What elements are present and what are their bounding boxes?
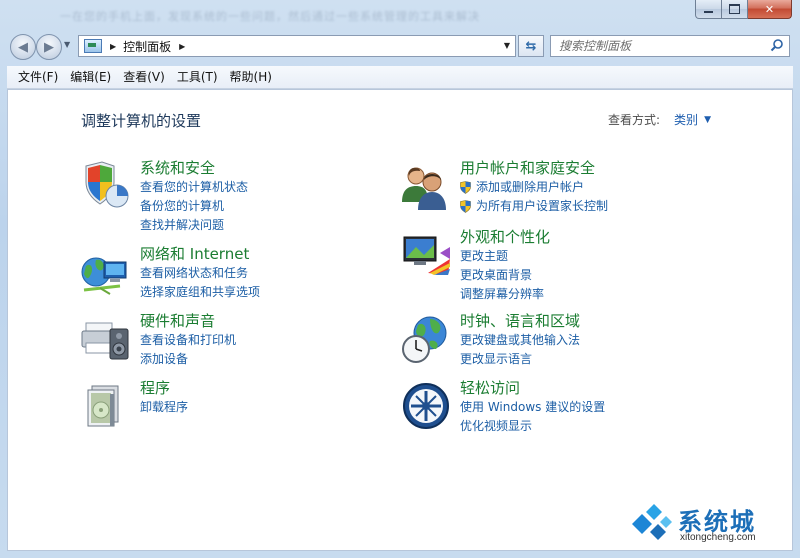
search-box[interactable] — [550, 35, 790, 57]
link-add-remove-users[interactable]: 添加或删除用户帐户 — [460, 178, 608, 197]
forward-button[interactable]: ▶ — [36, 34, 62, 60]
programs-icon — [87, 385, 119, 427]
link-parental-controls[interactable]: 为所有用户设置家长控制 — [460, 197, 608, 216]
link-uninstall-program[interactable]: 卸载程序 — [140, 398, 188, 417]
category-network-internet: 网络和 Internet 查看网络状态和任务 选择家庭组和共享选项 — [80, 244, 260, 302]
uac-shield-icon — [460, 200, 471, 213]
menu-tools[interactable]: 工具(T) — [172, 66, 223, 88]
category-title[interactable]: 程序 — [140, 378, 188, 398]
link-display-language[interactable]: 更改显示语言 — [460, 350, 580, 369]
address-dropdown-icon[interactable]: ▼ — [504, 41, 510, 50]
hardware-sound-icon — [81, 322, 129, 360]
view-by-label: 查看方式: — [608, 113, 661, 127]
control-panel-icon — [84, 39, 102, 53]
menu-edit[interactable]: 编辑(E) — [65, 66, 116, 88]
category-programs: 程序 卸载程序 — [80, 378, 188, 432]
watermark: 系统城 xitongcheng.com — [626, 500, 784, 546]
link-devices-printers[interactable]: 查看设备和打印机 — [140, 331, 236, 350]
breadcrumb-separator-icon[interactable]: ▶ — [179, 42, 185, 51]
link-change-theme[interactable]: 更改主题 — [460, 247, 550, 266]
window-frame: 一在您的手机上面，发现系统的一些问题，然后通过一些系统管理的工具来解决 ✕ ◀ … — [0, 0, 800, 558]
link-text[interactable]: 为所有用户设置家长控制 — [476, 197, 608, 216]
link-homegroup-sharing[interactable]: 选择家庭组和共享选项 — [140, 283, 260, 302]
category-ease-of-access: 轻松访问 使用 Windows 建议的设置 优化视频显示 — [400, 378, 605, 436]
content-pane: 调整计算机的设置 查看方式: 类别 ▼ 系统和安全 查看您的计算机状态 备份您的… — [7, 89, 793, 551]
category-appearance: 外观和个性化 更改主题 更改桌面背景 调整屏幕分辨率 — [400, 227, 550, 304]
breadcrumb-separator-icon[interactable]: ▶ — [110, 42, 116, 51]
category-clock-language-region: 时钟、语言和区域 更改键盘或其他输入法 更改显示语言 — [400, 311, 580, 369]
category-hardware-sound: 硬件和声音 查看设备和打印机 添加设备 — [80, 311, 236, 369]
category-title[interactable]: 时钟、语言和区域 — [460, 311, 580, 331]
caption-buttons: ✕ — [695, 0, 792, 19]
refresh-button[interactable]: ⇆ — [518, 35, 544, 57]
category-user-accounts: 用户帐户和家庭安全 添加或删除用户帐户 为所有用户设置家长控制 — [400, 158, 608, 216]
navigation-bar: ◀ ▶ ▼ ▶ 控制面板 ▶ ▼ ⇆ — [0, 30, 800, 62]
system-security-icon — [85, 161, 129, 208]
forward-arrow-icon: ▶ — [44, 39, 54, 55]
link-view-computer-status[interactable]: 查看您的计算机状态 — [140, 178, 248, 197]
minimize-button[interactable] — [695, 0, 722, 19]
menu-file[interactable]: 文件(F) — [13, 66, 63, 88]
network-internet-icon — [81, 257, 127, 295]
category-system-security: 系统和安全 查看您的计算机状态 备份您的计算机 查找并解决问题 — [80, 158, 248, 235]
chevron-down-icon[interactable]: ▼ — [704, 115, 711, 125]
view-by-dropdown[interactable]: 类别 — [674, 111, 698, 128]
search-input[interactable] — [557, 38, 771, 54]
link-keyboard-input[interactable]: 更改键盘或其他输入法 — [460, 331, 580, 350]
background-text: 一在您的手机上面，发现系统的一些问题，然后通过一些系统管理的工具来解决 — [60, 10, 480, 23]
back-button[interactable]: ◀ — [10, 34, 36, 60]
user-accounts-icon — [402, 167, 446, 210]
ease-of-access-icon — [403, 383, 449, 429]
breadcrumb-control-panel[interactable]: 控制面板 — [123, 38, 171, 55]
link-text[interactable]: 添加或删除用户帐户 — [476, 178, 584, 197]
category-title[interactable]: 用户帐户和家庭安全 — [460, 158, 608, 178]
back-arrow-icon: ◀ — [18, 39, 28, 55]
menu-view[interactable]: 查看(V) — [118, 66, 170, 88]
minimize-icon — [704, 11, 713, 13]
link-network-status[interactable]: 查看网络状态和任务 — [140, 264, 260, 283]
link-windows-recommended-settings[interactable]: 使用 Windows 建议的设置 — [460, 398, 605, 417]
watermark-logo-icon — [632, 504, 672, 540]
category-title[interactable]: 轻松访问 — [460, 378, 605, 398]
maximize-icon — [729, 4, 740, 14]
watermark-url: xitongcheng.com — [680, 532, 756, 543]
clock-region-icon — [402, 316, 447, 363]
close-button[interactable]: ✕ — [748, 0, 792, 19]
category-title[interactable]: 系统和安全 — [140, 158, 248, 178]
category-title[interactable]: 网络和 Internet — [140, 244, 260, 264]
history-dropdown-icon[interactable]: ▼ — [64, 40, 70, 49]
link-desktop-background[interactable]: 更改桌面背景 — [460, 266, 550, 285]
close-icon: ✕ — [764, 2, 775, 16]
uac-shield-icon — [460, 181, 471, 194]
category-title[interactable]: 硬件和声音 — [140, 311, 236, 331]
menu-help[interactable]: 帮助(H) — [225, 66, 277, 88]
menu-bar: 文件(F) 编辑(E) 查看(V) 工具(T) 帮助(H) — [7, 66, 793, 89]
refresh-icon: ⇆ — [525, 38, 537, 54]
link-optimize-video[interactable]: 优化视频显示 — [460, 417, 605, 436]
link-backup-computer[interactable]: 备份您的计算机 — [140, 197, 248, 216]
appearance-icon — [403, 236, 450, 275]
link-find-fix-problems[interactable]: 查找并解决问题 — [140, 216, 248, 235]
maximize-button[interactable] — [722, 0, 748, 19]
category-title[interactable]: 外观和个性化 — [460, 227, 550, 247]
link-add-device[interactable]: 添加设备 — [140, 350, 236, 369]
link-screen-resolution[interactable]: 调整屏幕分辨率 — [460, 285, 550, 304]
search-icon[interactable] — [770, 38, 784, 52]
page-title: 调整计算机的设置 — [81, 112, 202, 130]
view-by: 查看方式: 类别 ▼ — [608, 111, 711, 128]
address-bar[interactable]: ▶ 控制面板 ▶ ▼ — [78, 35, 516, 57]
